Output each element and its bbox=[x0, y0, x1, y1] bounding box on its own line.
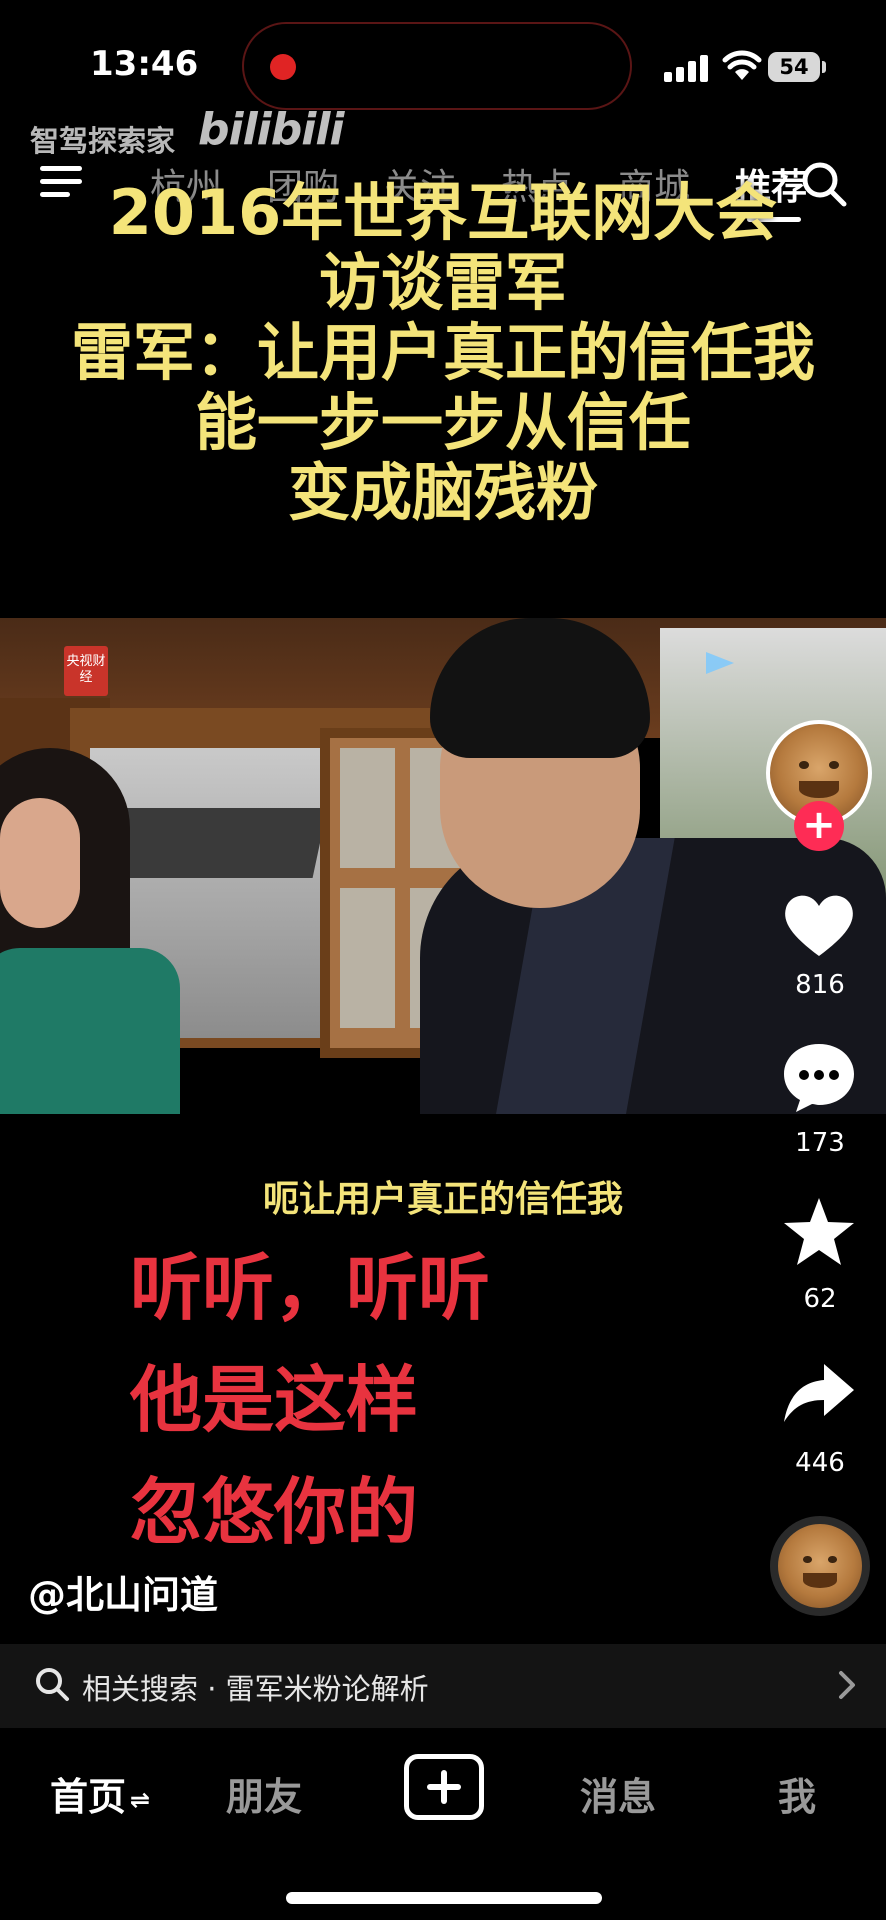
battery-indicator: 54 bbox=[768, 52, 820, 82]
related-search-label: 相关搜索 · 雷军米粉论解析 bbox=[82, 1672, 429, 1706]
like-heart-icon[interactable] bbox=[780, 886, 858, 964]
nav-friends[interactable]: 朋友 bbox=[226, 1766, 302, 1821]
favorite-count: 62 bbox=[803, 1284, 837, 1314]
bottom-nav: 首页 ⇌ 朋友 消息 我 bbox=[0, 1728, 886, 1920]
channel-watermark: 智驾探索家 bbox=[30, 124, 176, 158]
status-bar: 13:46 54 bbox=[0, 0, 886, 130]
overlay-line: 他是这样 bbox=[130, 1358, 419, 1442]
comment-count: 173 bbox=[795, 1128, 845, 1158]
wifi-icon bbox=[722, 50, 762, 80]
broadcaster-logo: 央视财经 bbox=[64, 646, 108, 696]
comment-icon[interactable] bbox=[780, 1038, 858, 1116]
overlay-line: 听听，听听 bbox=[130, 1246, 491, 1330]
headline-line: 雷军：让用户真正的信任我 bbox=[70, 316, 815, 389]
clock: 13:46 bbox=[90, 44, 199, 84]
headline-line: 变成脑残粉 bbox=[287, 456, 598, 529]
battery-cap bbox=[822, 61, 826, 73]
nav-home-label: 首页 bbox=[50, 1775, 127, 1819]
home-indicator[interactable] bbox=[286, 1892, 602, 1904]
nav-home[interactable]: 首页 ⇌ bbox=[50, 1766, 150, 1821]
video-frame[interactable]: 央视财经 bbox=[0, 618, 886, 1114]
share-count: 446 bbox=[795, 1448, 845, 1478]
dynamic-island bbox=[242, 22, 632, 110]
related-search-bar[interactable]: 相关搜索 · 雷军米粉论解析 bbox=[0, 1644, 886, 1728]
nav-messages[interactable]: 消息 bbox=[580, 1766, 656, 1821]
author-handle[interactable]: @北山问道 bbox=[28, 1564, 218, 1619]
video-interviewer-face bbox=[0, 798, 80, 928]
tencent-video-logo-icon bbox=[706, 652, 734, 674]
share-icon[interactable] bbox=[780, 1356, 858, 1434]
create-button[interactable] bbox=[404, 1754, 484, 1820]
recording-indicator-icon bbox=[270, 54, 296, 80]
bilibili-logo: bilibili bbox=[198, 104, 344, 155]
plus-icon bbox=[427, 1770, 461, 1804]
headline-line: 访谈雷军 bbox=[318, 246, 567, 319]
overlay-comment: 听听，听听 他是这样 忽悠你的 bbox=[130, 1232, 490, 1568]
headline-line: 能一步一步从信任 bbox=[194, 386, 691, 459]
cellular-signal-icon bbox=[664, 54, 710, 82]
music-disc-avatar[interactable] bbox=[770, 1516, 870, 1616]
favorite-star-icon[interactable] bbox=[780, 1194, 858, 1272]
video-headline: 2016年世界互联网大会 访谈雷军 雷军：让用户真正的信任我 能一步一步从信任 … bbox=[0, 178, 886, 528]
overlay-line: 忽悠你的 bbox=[130, 1470, 419, 1554]
video-subtitle: 呃让用户真正的信任我 bbox=[262, 1179, 623, 1220]
like-count: 816 bbox=[795, 970, 845, 1000]
video-interviewer-coat bbox=[0, 948, 180, 1114]
chevron-right-icon bbox=[839, 1671, 855, 1699]
nav-me[interactable]: 我 bbox=[778, 1766, 816, 1821]
related-search-icon bbox=[36, 1668, 69, 1701]
headline-line: 2016年世界互联网大会 bbox=[108, 176, 778, 249]
refresh-toggle-icon: ⇌ bbox=[130, 1785, 151, 1814]
follow-button[interactable]: + bbox=[794, 801, 844, 851]
